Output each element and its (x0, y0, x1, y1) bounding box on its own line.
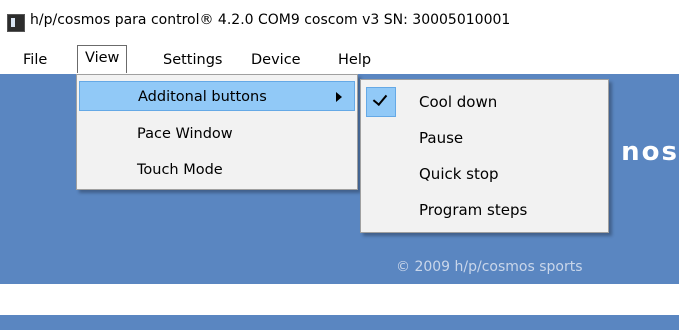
menu-item-label: Additonal buttons (138, 89, 267, 105)
menu-item-label: Pace Window (137, 126, 233, 142)
banner-logo-text: nos (621, 137, 679, 167)
submenu-item-label: Pause (419, 129, 464, 147)
submenu-arrow-icon (336, 92, 342, 102)
menu-item-label: Touch Mode (137, 162, 223, 178)
checkmark-box (366, 87, 396, 117)
menu-device[interactable]: Device (251, 49, 301, 71)
menu-view[interactable]: View (77, 45, 128, 73)
menu-item-pace-window[interactable]: Pace Window (79, 119, 355, 149)
menu-file[interactable]: File (23, 49, 47, 71)
submenu-item-quick-stop[interactable]: Quick stop (363, 156, 606, 192)
menu-settings[interactable]: Settings (163, 49, 222, 71)
window-title: h/p/cosmos para control® 4.2.0 COM9 cosc… (30, 12, 511, 28)
additional-buttons-submenu: Cool down Pause Quick stop Program steps (360, 79, 609, 233)
title-bar: h/p/cosmos para control® 4.2.0 COM9 cosc… (0, 0, 679, 42)
view-menu-dropdown: Additonal buttons Pace Window Touch Mode (76, 74, 358, 190)
menu-item-touch-mode[interactable]: Touch Mode (79, 155, 355, 185)
menu-bar: File View Settings Device Help (0, 42, 679, 74)
bottom-bar (0, 315, 679, 330)
submenu-item-pause[interactable]: Pause (363, 120, 606, 156)
submenu-item-label: Cool down (419, 93, 498, 111)
submenu-item-program-steps[interactable]: Program steps (363, 192, 606, 228)
checkmark-icon (372, 90, 388, 107)
app-icon (7, 14, 25, 32)
submenu-item-label: Quick stop (419, 165, 499, 183)
content-strip (0, 284, 679, 315)
menu-help[interactable]: Help (338, 49, 371, 71)
banner-copyright: © 2009 h/p/cosmos sports (396, 259, 583, 275)
submenu-item-label: Program steps (419, 201, 528, 219)
submenu-item-cool-down[interactable]: Cool down (363, 84, 606, 120)
menu-item-additional-buttons[interactable]: Additonal buttons (79, 81, 355, 111)
